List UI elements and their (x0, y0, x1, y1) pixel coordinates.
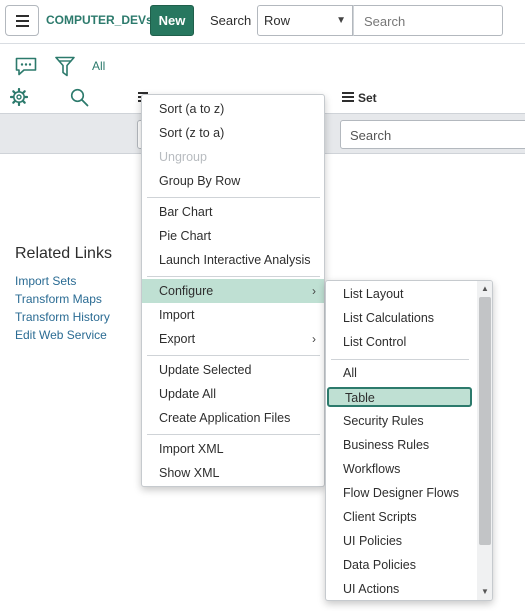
submenu-scrollbar[interactable]: ▲ ▼ (477, 281, 492, 600)
list-search-input[interactable]: Search (353, 5, 503, 36)
related-links-title: Related Links (15, 245, 112, 262)
menu-item-sort-z-a[interactable]: Sort (z to a) (142, 121, 324, 145)
menu-item-import-xml[interactable]: Import XML (142, 437, 324, 461)
hamburger-icon (15, 14, 29, 17)
related-link[interactable]: Edit Web Service (15, 327, 110, 345)
menu-item-ungroup: Ungroup (159, 150, 207, 164)
submenu-item-workflows[interactable]: Workflows (326, 457, 476, 481)
column-header-set[interactable]: Set (358, 91, 377, 105)
menu-item-pie-chart[interactable]: Pie Chart (142, 224, 324, 248)
filter-all-link[interactable]: All (92, 59, 105, 73)
menu-item-show-xml[interactable]: Show XML (142, 461, 324, 485)
gear-icon[interactable] (10, 88, 28, 106)
configure-submenu: List Layout List Calculations List Contr… (325, 280, 493, 601)
scroll-down-icon[interactable]: ▼ (481, 587, 489, 596)
chevron-right-icon: › (312, 332, 316, 346)
search-field-value: Row (264, 13, 291, 28)
menu-item-bar-chart[interactable]: Bar Chart (142, 200, 324, 224)
menu-item-group-by-row[interactable]: Group By Row (142, 169, 324, 193)
chat-icon[interactable] (15, 57, 37, 76)
submenu-item-list-layout[interactable]: List Layout (326, 282, 476, 306)
submenu-item-client-scripts[interactable]: Client Scripts (326, 505, 476, 529)
chevron-right-icon: › (312, 284, 316, 298)
search-label: Search (210, 13, 252, 28)
menu-item-update-all[interactable]: Update All (142, 382, 324, 406)
scrollbar-thumb[interactable] (479, 297, 491, 545)
submenu-item-business-rules[interactable]: Business Rules (326, 433, 476, 457)
list-header: COMPUTER_DEVs New Search Row ▼ Search (0, 0, 525, 44)
table-title[interactable]: COMPUTER_DEVs (46, 13, 153, 27)
list-icon (342, 92, 354, 102)
submenu-item-table[interactable]: Table (327, 387, 472, 407)
magnifier-icon[interactable] (70, 88, 89, 107)
related-links-list: Import Sets Transform Maps Transform His… (15, 273, 110, 345)
new-record-button[interactable]: New (150, 5, 194, 36)
submenu-item-list-calculations[interactable]: List Calculations (326, 306, 476, 330)
menu-item-export[interactable]: Export › (142, 327, 324, 351)
submenu-item-flow-designer-flows[interactable]: Flow Designer Flows (326, 481, 476, 505)
hamburger-menu-button[interactable] (5, 5, 39, 36)
submenu-item-all[interactable]: All (326, 361, 476, 385)
menu-separator (331, 359, 469, 360)
menu-item-configure[interactable]: Configure › (142, 279, 324, 303)
submenu-item-ui-actions[interactable]: UI Actions (326, 577, 476, 600)
menu-item-label: Configure (159, 284, 214, 298)
menu-item-create-app-files[interactable]: Create Application Files (142, 406, 324, 430)
funnel-icon[interactable] (55, 56, 75, 77)
related-link[interactable]: Transform Maps (15, 291, 110, 309)
menu-separator (147, 434, 320, 435)
search-field-select[interactable]: Row ▼ (257, 5, 353, 36)
menu-separator (147, 197, 320, 198)
related-link[interactable]: Import Sets (15, 273, 110, 291)
caret-down-icon: ▼ (336, 15, 346, 26)
scroll-up-icon[interactable]: ▲ (481, 284, 489, 293)
menu-item-import[interactable]: Import (142, 303, 324, 327)
submenu-item-ui-policies[interactable]: UI Policies (326, 529, 476, 553)
submenu-item-data-policies[interactable]: Data Policies (326, 553, 476, 577)
menu-separator (147, 276, 320, 277)
context-menu: Sort (a to z) Sort (z to a) Ungroup Grou… (141, 94, 325, 487)
submenu-item-list-control[interactable]: List Control (326, 330, 476, 354)
menu-item-interactive-analysis[interactable]: Launch Interactive Analysis (142, 248, 324, 272)
related-link[interactable]: Transform History (15, 309, 110, 327)
column-search-input[interactable]: Search (340, 120, 525, 149)
menu-separator (147, 355, 320, 356)
menu-item-sort-a-z[interactable]: Sort (a to z) (142, 97, 324, 121)
submenu-item-security-rules[interactable]: Security Rules (326, 409, 476, 433)
menu-item-update-selected[interactable]: Update Selected (142, 358, 324, 382)
menu-item-label: Export (159, 332, 196, 346)
